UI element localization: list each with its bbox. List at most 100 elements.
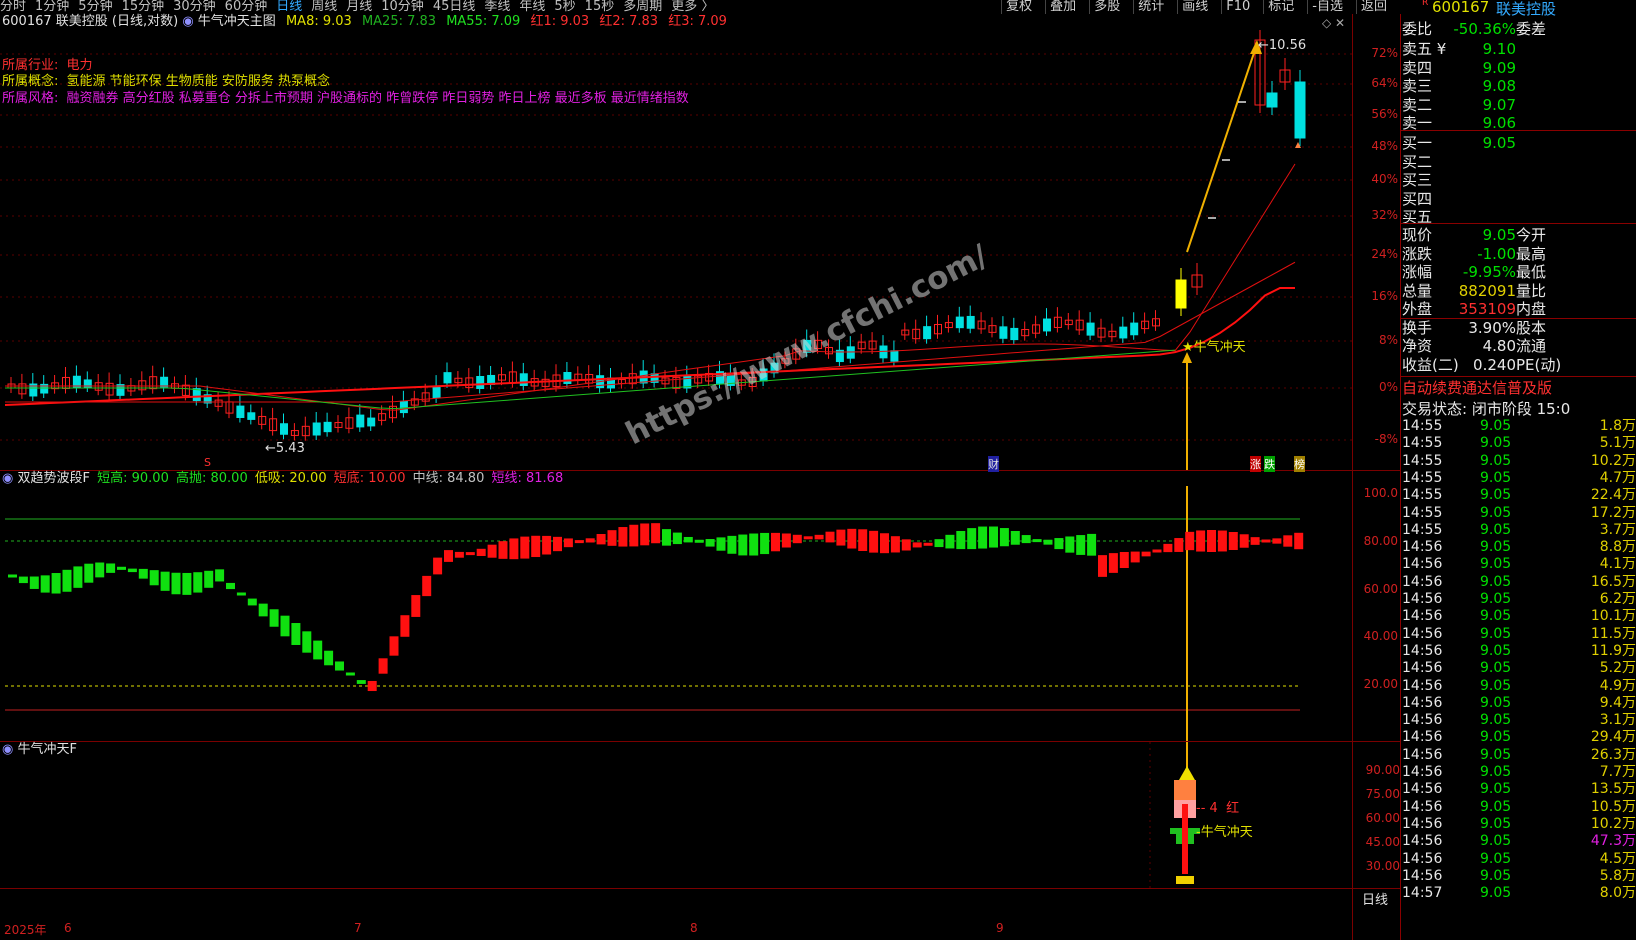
osc-bar	[1239, 534, 1249, 548]
tool-button[interactable]: 多股	[1089, 0, 1124, 14]
osc-header: ◉ 双趋势波段F 短高: 90.00 高抛: 80.00 低吸: 20.00 短…	[2, 471, 563, 487]
tick-price: 9.05	[1480, 867, 1512, 884]
tick-time: 14:56	[1402, 625, 1443, 642]
bull-indicator-chart[interactable]	[0, 742, 1352, 888]
bull-count-label: -- 4 红	[1196, 801, 1240, 816]
period-tab[interactable]: 多周期	[623, 0, 662, 14]
period-tab[interactable]: 60分钟	[225, 0, 268, 14]
period-tab[interactable]: 5秒	[554, 0, 575, 14]
tick-price: 9.05	[1480, 573, 1512, 590]
osc-bar	[73, 566, 83, 588]
tick-price: 9.05	[1480, 694, 1512, 711]
axis-tick-label: 20.00	[1363, 677, 1398, 691]
indicator-name[interactable]: 牛气冲天主图	[198, 14, 276, 29]
period-tab[interactable]: 日线	[276, 0, 302, 14]
collapse-icon[interactable]: ◉	[182, 14, 193, 29]
tick-volume: 4.5万	[1599, 850, 1636, 867]
tick-row: 14:56 9.05 13.5万	[1400, 781, 1636, 798]
osc-name[interactable]: 双趋势波段F	[17, 471, 89, 486]
candle-body	[1130, 322, 1139, 336]
osc-bar	[781, 533, 791, 548]
period-tab[interactable]: 年线	[519, 0, 545, 14]
osc-bar	[236, 592, 246, 596]
osc-bar	[978, 526, 988, 549]
osc-bar	[880, 533, 889, 554]
period-label[interactable]: 日线	[1362, 889, 1388, 908]
tick-time: 14:56	[1402, 746, 1443, 763]
promo-banner[interactable]: 自动续费通达信普及版	[1402, 377, 1552, 398]
row-label: 委比	[1402, 20, 1433, 38]
period-tab[interactable]: 1分钟	[35, 0, 69, 14]
period-tab[interactable]: 5分钟	[78, 0, 112, 14]
period-toolbar: 分时 1分钟 5分钟 15分钟 30分钟 60分钟 日线 周线 月线 10分钟 45日线 季线 年线 5秒…	[0, 0, 1636, 14]
axis-tick-label: 100.0	[1363, 486, 1398, 500]
tick-volume: 29.4万	[1590, 729, 1636, 746]
period-tab[interactable]: 月线	[346, 0, 372, 14]
candle-body	[1043, 318, 1051, 332]
tick-price: 9.05	[1480, 746, 1512, 763]
row-label: 买四	[1402, 189, 1433, 208]
tick-volume: 10.2万	[1590, 452, 1636, 469]
tick-volume: 7.7万	[1599, 764, 1636, 780]
tick-volume: 5.2万	[1599, 660, 1636, 677]
tool-button[interactable]: 叠加	[1045, 0, 1080, 14]
marker-s[interactable]: S	[204, 456, 211, 469]
period-tab[interactable]: 30分钟	[173, 0, 216, 14]
osc-bar	[378, 658, 388, 674]
collapse-icon[interactable]: ◉	[2, 471, 13, 486]
osc-bar	[749, 533, 759, 556]
osc-bar	[487, 544, 497, 558]
tick-volume: 16.5万	[1590, 573, 1636, 590]
axis-tick-label: 80.00	[1363, 534, 1398, 548]
osc-bar	[542, 535, 552, 555]
panel-controls[interactable]: ◇ ✕	[1322, 16, 1345, 30]
tick-row: 14:56 9.05 7.7万	[1400, 764, 1636, 781]
tool-button[interactable]: 统计	[1133, 0, 1168, 14]
period-tab[interactable]: 10分钟	[381, 0, 424, 14]
tick-row: 14:56 9.05 16.5万	[1400, 574, 1636, 591]
quote-title: R 600167 联美控股	[1400, 0, 1636, 18]
bid-row: 买四	[1400, 190, 1636, 208]
tick-row: 14:56 9.05 4.5万	[1400, 851, 1636, 868]
tool-button[interactable]: 复权	[1001, 0, 1036, 14]
period-tab[interactable]: 更多 〉	[671, 0, 714, 14]
candle-body	[280, 423, 288, 435]
osc-bar	[912, 542, 922, 548]
marker-limitdown[interactable]: 跌	[1264, 456, 1275, 472]
tick-volume: 8.0万	[1599, 885, 1636, 902]
tool-button[interactable]: F10	[1221, 0, 1254, 14]
osc-bar	[847, 528, 857, 549]
axis-tick-label: 45.00	[1365, 835, 1400, 849]
period-tab[interactable]: 季线	[484, 0, 510, 14]
marker-list[interactable]: 榜	[1294, 456, 1305, 472]
marker-finance[interactable]: 财	[988, 456, 999, 472]
divider	[1400, 130, 1636, 131]
tool-button[interactable]: 返回	[1355, 0, 1391, 14]
candle-body	[236, 405, 245, 418]
tool-button[interactable]: 标记	[1263, 0, 1298, 14]
period-tab[interactable]: 15秒	[585, 0, 615, 14]
tool-button[interactable]: -自选	[1307, 0, 1347, 14]
r-icon: R	[1422, 0, 1429, 8]
osc-bar	[727, 535, 737, 554]
marker-limitup[interactable]: 涨	[1250, 456, 1261, 472]
candle-body	[563, 371, 572, 384]
oscillator-chart[interactable]	[0, 486, 1352, 741]
tick-price: 9.05	[1480, 885, 1512, 902]
tick-row: 14:56 9.05 4.1万	[1400, 556, 1636, 573]
row-value: 9.10	[1482, 40, 1516, 58]
period-tab[interactable]: 周线	[311, 0, 337, 14]
tick-time: 14:55	[1402, 452, 1443, 469]
candle-body	[160, 376, 169, 388]
osc-bar	[607, 530, 617, 546]
tick-time: 14:56	[1402, 556, 1443, 573]
osc-bar	[1119, 551, 1129, 569]
tool-button[interactable]: 画线	[1177, 0, 1212, 14]
period-tab[interactable]: 分时	[0, 0, 26, 14]
osc-bar	[127, 568, 137, 573]
stat-row: 涨幅 -9.95% 最低	[1400, 263, 1636, 281]
period-tab[interactable]: 45日线	[433, 0, 476, 14]
tick-volume: 6.2万	[1599, 591, 1636, 607]
period-tab[interactable]: 15分钟	[122, 0, 165, 14]
hong1-value: 红1: 9.03	[530, 14, 590, 29]
